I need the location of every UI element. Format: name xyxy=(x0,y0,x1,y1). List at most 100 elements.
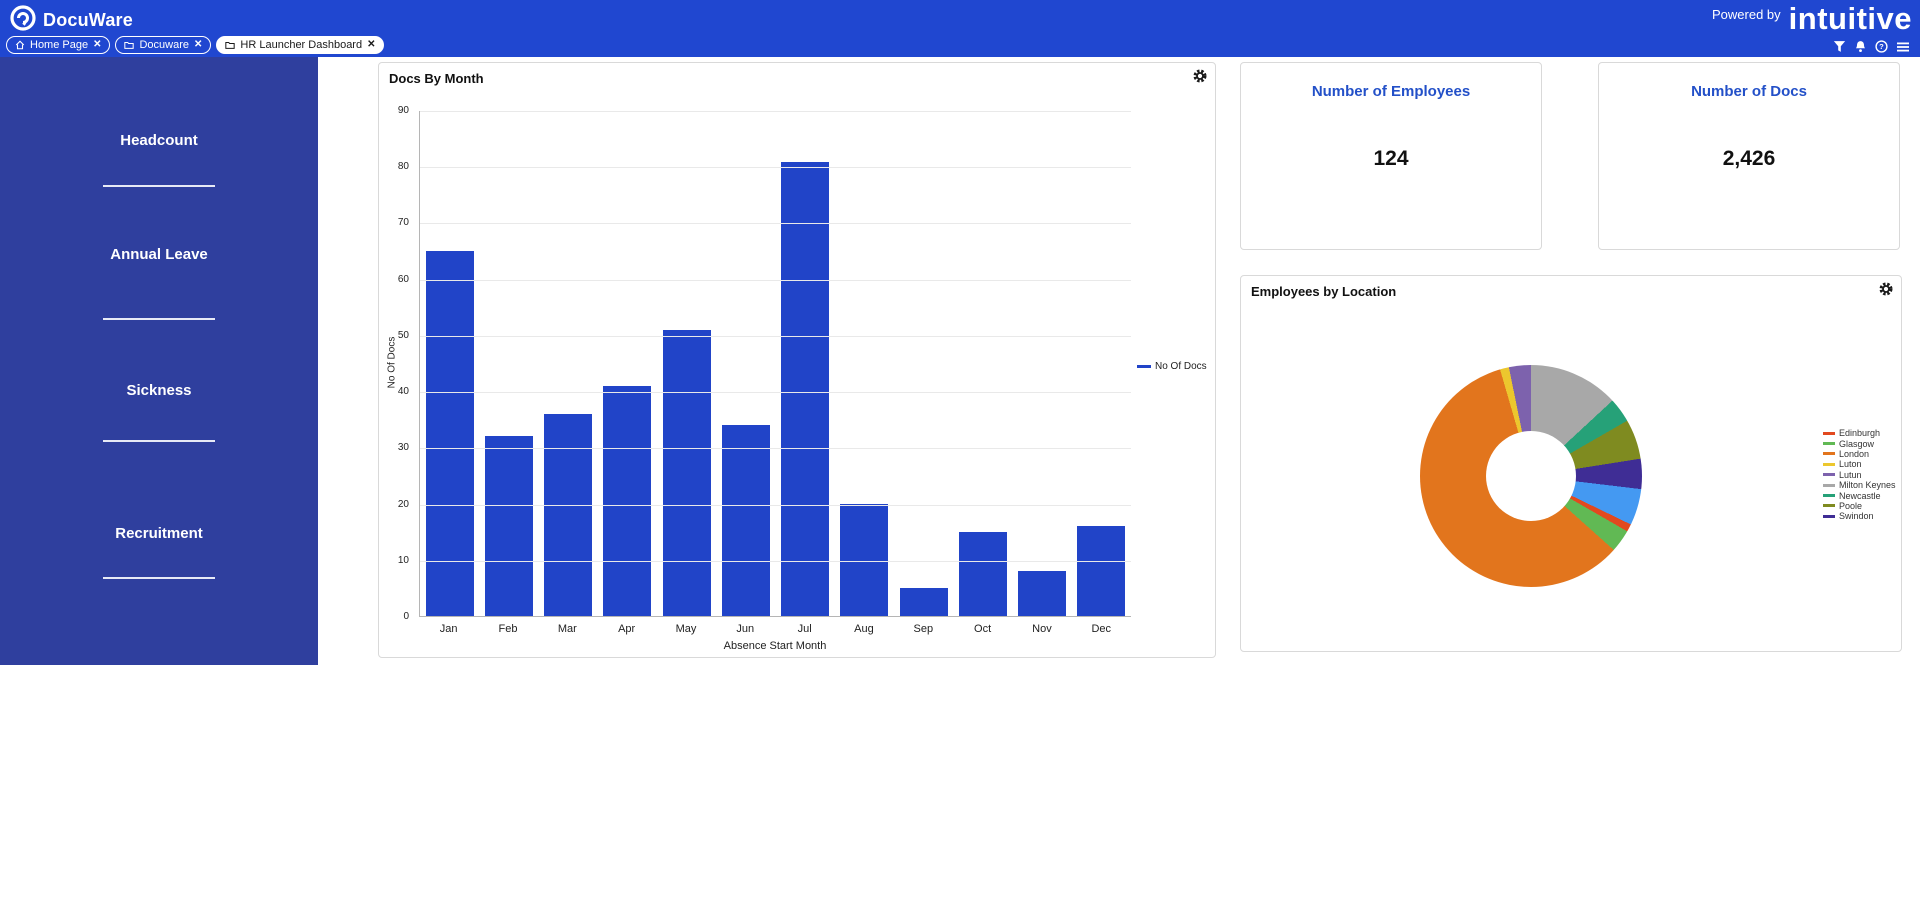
sidebar-item-annual-leave[interactable]: Annual Leave xyxy=(0,246,318,263)
bar-series xyxy=(420,111,1131,616)
bar-slot xyxy=(1013,111,1072,616)
legend-item-luton[interactable]: Luton xyxy=(1823,459,1896,469)
bar-dec[interactable] xyxy=(1077,526,1126,616)
legend-item-poole[interactable]: Poole xyxy=(1823,501,1896,511)
legend-item-lutun[interactable]: Lutun xyxy=(1823,470,1896,480)
legend-label: Edinburgh xyxy=(1839,428,1881,439)
sidebar-item-sickness[interactable]: Sickness xyxy=(0,382,318,399)
employees-by-location-card: Employees by Location Edinburgh Glasgow Lo… xyxy=(1240,275,1902,652)
bar-slot xyxy=(539,111,598,616)
brand-name: DocuWare xyxy=(43,10,133,30)
launcher-sidebar: Headcount Annual Leave Sickness Recruitm… xyxy=(0,57,318,665)
legend-label: Swindon xyxy=(1839,511,1874,522)
x-tick-label: Feb xyxy=(498,623,518,635)
top-header-bar: DocuWare Powered by intuitive Home Page … xyxy=(0,0,1920,57)
sidebar-item-headcount[interactable]: Headcount xyxy=(0,132,318,149)
legend-label: Poole xyxy=(1839,500,1863,511)
sidebar-divider xyxy=(103,440,215,442)
x-axis-title: Absence Start Month xyxy=(723,640,827,652)
bar-slot xyxy=(894,111,953,616)
sidebar-item-label: Annual Leave xyxy=(110,246,208,263)
donut-legend: Edinburgh Glasgow London Luton Lutun Milton K… xyxy=(1823,428,1896,522)
legend-item-newcastle[interactable]: Newcastle xyxy=(1823,490,1896,501)
gear-icon[interactable] xyxy=(1878,282,1893,297)
page: DocuWare Powered by intuitive Home Page … xyxy=(0,0,1920,911)
sidebar-item-label: Sickness xyxy=(126,382,192,399)
x-tick-label: Jan xyxy=(439,623,458,635)
bar-oct[interactable] xyxy=(958,531,1007,616)
gridline xyxy=(420,560,1131,562)
powered-by-label: Powered by xyxy=(1712,7,1781,22)
employees-by-location-donut[interactable] xyxy=(1420,365,1642,587)
tab-home-page[interactable]: Home Page ✕ xyxy=(6,36,111,54)
x-tick-label: Aug xyxy=(854,623,874,635)
gridline xyxy=(420,504,1131,506)
tab-close-icon[interactable]: ✕ xyxy=(93,40,101,50)
y-tick-label: 20 xyxy=(397,498,409,510)
folder-icon xyxy=(225,40,236,50)
bar-jul[interactable] xyxy=(781,161,830,616)
legend-swatch xyxy=(1823,452,1835,456)
y-tick-label: 40 xyxy=(397,386,409,398)
bar-nov[interactable] xyxy=(1018,571,1067,616)
sidebar-item-label: Recruitment xyxy=(115,525,203,542)
y-axis-title: No Of Docs xyxy=(386,336,398,389)
bar-slot xyxy=(420,111,479,616)
number-of-employees-card: Number of Employees 124 xyxy=(1240,62,1542,250)
bar-chart-legend-item[interactable]: No Of Docs xyxy=(1137,361,1207,372)
tab-label: Docuware xyxy=(139,39,190,51)
legend-item-london[interactable]: London xyxy=(1823,449,1896,459)
bar-mar[interactable] xyxy=(544,414,593,616)
legend-swatch xyxy=(1823,442,1835,446)
sidebar-divider xyxy=(103,185,215,187)
legend-swatch xyxy=(1823,431,1835,435)
tab-docuware[interactable]: Docuware ✕ xyxy=(115,36,212,54)
sidebar-item-label: Headcount xyxy=(120,132,198,149)
y-tick-label: 30 xyxy=(397,442,409,454)
tab-hr-launcher-dashboard[interactable]: HR Launcher Dashboard ✕ xyxy=(216,36,385,54)
tab-bar: Home Page ✕ Docuware ✕ HR Launcher Dashb… xyxy=(6,36,385,54)
svg-text:?: ? xyxy=(1879,42,1884,51)
gridline xyxy=(420,279,1131,281)
employees-by-location-title: Employees by Location xyxy=(1251,284,1397,299)
gridline xyxy=(420,335,1131,337)
legend-label: Lutun xyxy=(1839,469,1862,480)
stat-card-value: 2,426 xyxy=(1722,147,1776,170)
gridline xyxy=(420,448,1131,450)
bar-apr[interactable] xyxy=(603,385,652,616)
bar-slot xyxy=(835,111,894,616)
tab-close-icon[interactable]: ✕ xyxy=(194,40,202,50)
stat-card-title: Number of Employees xyxy=(1311,83,1471,100)
menu-icon[interactable] xyxy=(1896,41,1910,53)
bar-feb[interactable] xyxy=(484,436,533,616)
sidebar-item-recruitment[interactable]: Recruitment xyxy=(0,525,318,542)
x-tick-label: May xyxy=(675,623,697,635)
bar-may[interactable] xyxy=(662,329,711,616)
legend-item-glasgow[interactable]: Glasgow xyxy=(1823,438,1896,449)
y-tick-label: 50 xyxy=(397,329,409,341)
bell-icon[interactable] xyxy=(1854,40,1867,53)
sidebar-divider xyxy=(103,577,215,579)
help-icon[interactable]: ? xyxy=(1875,40,1888,53)
tab-label: HR Launcher Dashboard xyxy=(240,39,363,51)
x-tick-label: Sep xyxy=(913,623,934,635)
bar-sep[interactable] xyxy=(899,587,948,616)
home-icon xyxy=(15,40,25,50)
x-tick-label: Apr xyxy=(618,623,636,635)
stat-card-value: 124 xyxy=(1373,147,1409,170)
bar-jun[interactable] xyxy=(721,425,770,616)
legend-item-swindon[interactable]: Swindon xyxy=(1823,511,1896,521)
legend-item-edinburgh[interactable]: Edinburgh xyxy=(1823,428,1896,438)
gear-icon[interactable] xyxy=(1192,69,1207,84)
legend-swatch xyxy=(1823,483,1835,487)
legend-item-milton-keynes[interactable]: Milton Keynes xyxy=(1823,480,1896,490)
x-tick-label: Jul xyxy=(797,623,812,635)
legend-swatch xyxy=(1823,462,1835,466)
bar-plot-area xyxy=(419,111,1131,617)
filter-icon[interactable] xyxy=(1833,40,1846,53)
intuitive-logo: intuitive xyxy=(1788,1,1912,36)
gridline xyxy=(420,223,1131,225)
tab-close-icon[interactable]: ✕ xyxy=(367,40,375,50)
x-tick-label: Mar xyxy=(557,623,577,635)
bar-slot xyxy=(776,111,835,616)
